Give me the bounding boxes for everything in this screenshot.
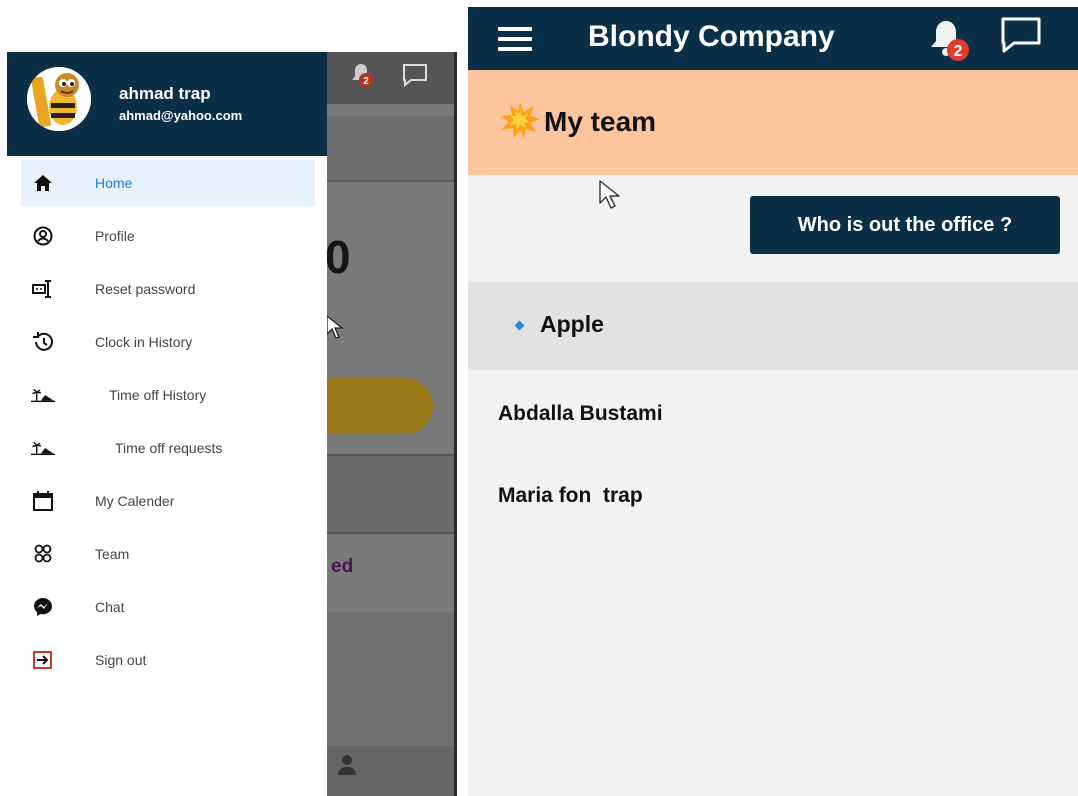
user-email: ahmad@yahoo.com: [119, 108, 243, 123]
collision-icon: [501, 102, 540, 138]
team-group-row[interactable]: Apple: [468, 282, 1078, 370]
team-member-item[interactable]: Abdalla Bustami: [498, 402, 663, 426]
drawer-item-clock-in-history[interactable]: Clock in History: [21, 319, 315, 365]
drawer-item-sign-out[interactable]: Sign out: [21, 637, 315, 683]
beach-icon: [31, 436, 55, 460]
drawer-item-time-off-history[interactable]: Time off History: [21, 372, 315, 418]
drawer-item-label: My Calender: [95, 493, 175, 509]
drawer-item-team[interactable]: Team: [21, 531, 315, 577]
drawer-item-label: Chat: [95, 599, 125, 615]
bullet-icon: [514, 320, 525, 331]
drawer-item-label: Profile: [95, 228, 135, 244]
beach-icon: [31, 383, 55, 407]
drawer-item-label: Team: [95, 546, 130, 562]
app-title: Blondy Company: [588, 20, 835, 53]
team-member-item[interactable]: Maria fon trap: [498, 484, 643, 508]
drawer-header: ahmad trap ahmad@yahoo.com: [7, 52, 327, 156]
chat-icon[interactable]: [998, 15, 1044, 55]
avatar[interactable]: [27, 67, 91, 131]
user-name: ahmad trap: [119, 84, 211, 103]
messenger-icon: [31, 595, 55, 619]
password-icon: [31, 277, 55, 301]
section-header: My team: [468, 70, 1078, 175]
team-icon: [31, 542, 55, 566]
svg-text:2: 2: [954, 43, 963, 60]
navigation-drawer: ahmad trap ahmad@yahoo.com Home Profile …: [7, 52, 327, 796]
bell-icon: 2: [352, 64, 373, 87]
drawer-item-label: Time off History: [109, 387, 207, 403]
app-bar: Blondy Company 2: [468, 7, 1078, 70]
drawer-item-label: Clock in History: [95, 334, 193, 350]
background-digit: 0: [325, 231, 351, 283]
profile-icon: [31, 224, 55, 248]
chat-icon: [403, 64, 427, 88]
background-panel: [327, 612, 454, 746]
mouse-cursor-icon: [326, 314, 344, 339]
mouse-cursor-icon: [599, 180, 620, 209]
drawer-item-chat[interactable]: Chat: [21, 584, 315, 630]
right-phone-screen: Blondy Company 2 My team Who is out the …: [468, 7, 1078, 796]
sign-out-icon: [31, 648, 55, 672]
history-icon: [31, 330, 55, 354]
svg-text:2: 2: [363, 76, 369, 87]
background-panel: [327, 116, 454, 182]
left-phone-screen: 2 0 ed ahmad trap ahmad@yahoo.com Home P…: [7, 52, 457, 796]
page-title: My team: [544, 106, 657, 137]
drawer-item-label: Home: [95, 175, 133, 191]
drawer-item-my-calender[interactable]: My Calender: [21, 478, 315, 524]
drawer-item-label: Sign out: [95, 652, 147, 668]
person-icon: [338, 755, 356, 775]
menu-icon[interactable]: [498, 27, 532, 51]
drawer-item-home[interactable]: Home: [21, 160, 315, 206]
drawer-item-profile[interactable]: Profile: [21, 213, 315, 259]
calendar-icon: [31, 489, 55, 513]
group-name: Apple: [540, 311, 604, 337]
background-text: ed: [331, 556, 354, 577]
who-is-out-button[interactable]: Who is out the office ?: [750, 196, 1060, 254]
drawer-item-label: Reset password: [95, 281, 196, 297]
drawer-item-time-off-requests[interactable]: Time off requests: [21, 425, 315, 471]
bee-avatar-icon: [27, 67, 91, 131]
bell-icon[interactable]: 2: [928, 17, 972, 63]
drawer-item-label: Time off requests: [115, 440, 223, 456]
background-header: [325, 52, 454, 104]
drawer-item-reset-password[interactable]: Reset password: [21, 266, 315, 312]
home-icon: [31, 171, 55, 195]
background-panel: [327, 454, 454, 534]
